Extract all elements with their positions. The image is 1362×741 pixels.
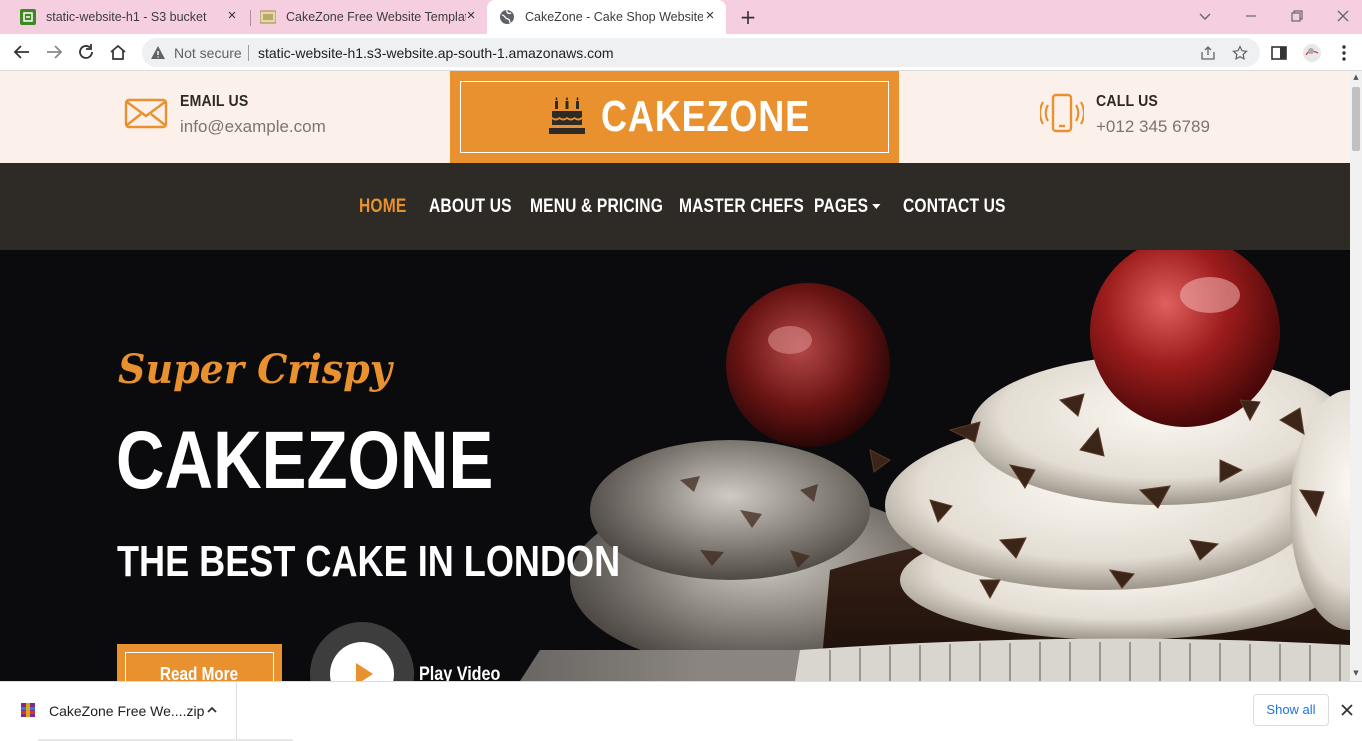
- play-video-label[interactable]: Play Video: [419, 664, 500, 681]
- scroll-down-arrow-icon[interactable]: ▼: [1352, 669, 1360, 677]
- web-page: EMAIL US info@example.com CAKEZONE CALL …: [0, 71, 1350, 681]
- share-icon[interactable]: [1200, 45, 1216, 61]
- tab-cakezone-active[interactable]: CakeZone - Cake Shop Website T ×: [487, 0, 726, 34]
- chevron-up-icon[interactable]: [205, 703, 219, 717]
- email-contact: EMAIL US info@example.com: [124, 91, 326, 137]
- show-all-button[interactable]: Show all: [1253, 694, 1329, 726]
- address-bar[interactable]: Not secure static-website-h1.s3-website.…: [142, 38, 1260, 67]
- minimize-icon[interactable]: [1240, 5, 1262, 27]
- tab-close-icon[interactable]: ×: [702, 8, 718, 24]
- logo-frame: CAKEZONE: [460, 81, 889, 153]
- read-more-button[interactable]: Read More: [117, 644, 282, 681]
- nav-pages-label: PAGES: [814, 196, 869, 217]
- new-tab-button[interactable]: +: [738, 7, 758, 27]
- tab-close-icon[interactable]: ×: [463, 8, 479, 24]
- url-text[interactable]: static-website-h1.s3-website.ap-south-1.…: [258, 45, 614, 61]
- download-item[interactable]: CakeZone Free We....zip: [0, 682, 237, 740]
- security-status-label[interactable]: Not secure: [174, 45, 242, 61]
- hero-title: CAKEZONE: [116, 415, 494, 506]
- zip-archive-icon: [21, 703, 35, 717]
- tab-s3-bucket[interactable]: static-website-h1 - S3 bucket ×: [10, 0, 248, 34]
- read-more-label: Read More: [160, 664, 239, 681]
- side-panel-icon[interactable]: [1269, 43, 1289, 63]
- phone-value[interactable]: +012 345 6789: [1096, 117, 1210, 137]
- close-icon[interactable]: [1339, 702, 1355, 718]
- page-scrollbar[interactable]: ▲ ▼: [1350, 71, 1362, 681]
- read-more-frame: Read More: [125, 652, 274, 681]
- warning-triangle-icon: [151, 46, 165, 59]
- hero-subtitle: Super Crispy: [118, 346, 392, 393]
- nav-about-us[interactable]: ABOUT US: [429, 196, 512, 218]
- main-navigation: HOME ABOUT US MENU & PRICING MASTER CHEF…: [0, 163, 1350, 250]
- birthday-cake-icon: [548, 97, 585, 134]
- download-shelf: CakeZone Free We....zip Show all: [0, 681, 1362, 741]
- tab-cakezone-template[interactable]: CakeZone Free Website Template ×: [250, 0, 487, 34]
- profile-avatar-icon[interactable]: [1302, 43, 1322, 63]
- logo-text: CAKEZONE: [600, 92, 810, 141]
- vibrating-phone-icon: [1040, 93, 1084, 133]
- logo-box[interactable]: CAKEZONE: [450, 71, 899, 163]
- email-value[interactable]: info@example.com: [180, 117, 326, 137]
- nav-master-chefs[interactable]: MASTER CHEFS: [679, 196, 804, 218]
- forward-arrow-icon[interactable]: [43, 41, 65, 63]
- tab-search-chevron-icon[interactable]: [1194, 5, 1216, 27]
- nav-pages-dropdown[interactable]: PAGES: [814, 196, 881, 218]
- nav-contact-us[interactable]: CONTACT US: [903, 196, 1006, 218]
- site-topbar: EMAIL US info@example.com CAKEZONE CALL …: [0, 71, 1350, 163]
- caret-down-icon: [872, 204, 881, 210]
- browser-tab-strip: static-website-h1 - S3 bucket × CakeZone…: [0, 0, 1362, 34]
- browser-toolbar: Not secure static-website-h1.s3-website.…: [0, 34, 1362, 71]
- hero-tagline: THE BEST CAKE IN LONDON: [117, 537, 621, 586]
- nav-menu-pricing[interactable]: MENU & PRICING: [530, 196, 663, 218]
- more-menu-icon[interactable]: [1334, 43, 1354, 63]
- globe-icon: [500, 9, 514, 24]
- template-site-icon: [260, 10, 276, 24]
- close-window-icon[interactable]: [1332, 5, 1354, 27]
- play-button-core: [330, 642, 394, 681]
- nav-home[interactable]: HOME: [359, 196, 406, 218]
- phone-label: CALL US: [1096, 93, 1158, 110]
- scroll-up-arrow-icon[interactable]: ▲: [1352, 73, 1360, 81]
- aws-s3-icon: [20, 9, 36, 25]
- tab-close-icon[interactable]: ×: [224, 8, 240, 24]
- address-divider: [248, 45, 249, 61]
- scrollbar-thumb[interactable]: [1352, 87, 1360, 151]
- bookmark-star-icon[interactable]: [1232, 45, 1248, 61]
- back-arrow-icon[interactable]: [11, 41, 33, 63]
- phone-contact: CALL US +012 345 6789: [1040, 91, 1210, 137]
- play-icon: [356, 663, 373, 681]
- envelope-icon: [124, 98, 168, 129]
- download-filename: CakeZone Free We....zip: [49, 703, 205, 719]
- reload-icon[interactable]: [75, 41, 97, 63]
- hero-section: Super Crispy CAKEZONE THE BEST CAKE IN L…: [0, 250, 1350, 681]
- home-icon[interactable]: [107, 41, 129, 63]
- restore-icon[interactable]: [1286, 5, 1308, 27]
- email-label: EMAIL US: [180, 93, 249, 110]
